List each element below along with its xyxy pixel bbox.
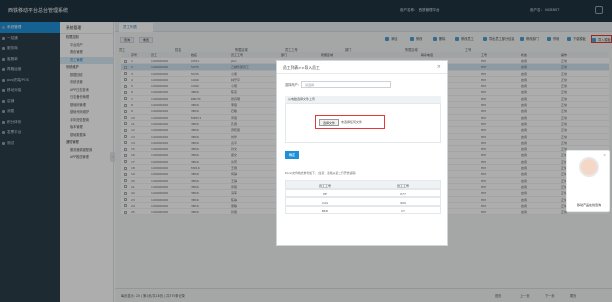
example-table: 员工工号 员工工号 PP 077 CAS 999 BKD CY	[285, 180, 441, 214]
example-cell: PP	[323, 192, 327, 196]
dialog-title: 员工列表>>导入员工 ×	[277, 61, 447, 74]
close-icon[interactable]: ×	[437, 61, 441, 74]
example-row: CAS 999	[285, 197, 441, 206]
format-note: Excel文件格式参考如下：(注意：表格从第二行开始读取)	[285, 171, 357, 175]
close-icon[interactable]: ×	[603, 153, 606, 157]
merchant-select[interactable]: 请选择	[301, 81, 391, 88]
example-header: 员工工号 员工工号	[285, 180, 441, 189]
chat-widget[interactable]: × 移动产品在线咨询	[566, 150, 610, 212]
upload-section-title: 从电脑选择文件上传	[285, 96, 441, 103]
example-row: PP 077	[285, 188, 441, 197]
chat-label: 移动产品在线咨询	[576, 203, 601, 207]
avatar	[579, 157, 599, 177]
choose-file-button[interactable]: 选择文件	[319, 119, 339, 126]
example-row: BKD CY	[285, 205, 441, 214]
example-cell: 999	[400, 200, 406, 205]
merchant-label: 选择商户:	[285, 83, 299, 87]
file-status: 未选择任何文件	[341, 119, 363, 124]
example-cell: CAS	[321, 200, 329, 205]
example-cell: BKD	[321, 209, 329, 213]
example-header-cell: 员工工号	[396, 183, 409, 188]
example-cell: 077	[400, 192, 406, 196]
confirm-button[interactable]: 确定	[285, 151, 299, 159]
import-dialog: 员工列表>>导入员工 × 选择商户: 请选择 从电脑选择文件上传 选择文件 未选…	[276, 60, 448, 246]
example-header-cell: 员工工号	[318, 183, 331, 188]
example-cell: CY	[401, 209, 405, 213]
file-picker: 选择文件 未选择任何文件	[315, 115, 385, 129]
